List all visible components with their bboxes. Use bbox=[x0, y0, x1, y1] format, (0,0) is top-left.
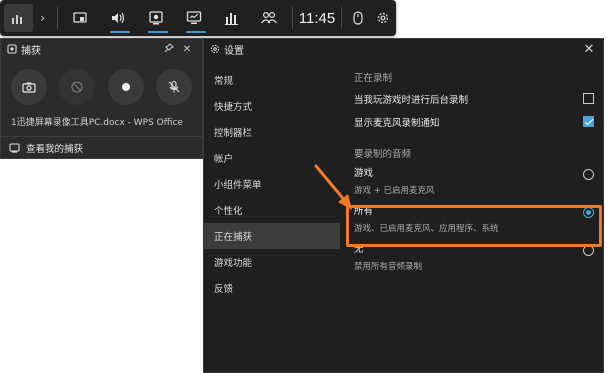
social-button[interactable] bbox=[250, 0, 288, 36]
nav-item-general[interactable]: 常规 bbox=[204, 67, 340, 93]
record-last-icon bbox=[71, 81, 83, 93]
capture-widget: 捕获 ✕ 1迅捷屏幕录像工具PC.docx - WPS Office 查看我的捕… bbox=[0, 38, 203, 159]
nav-item-controller-bar[interactable]: 控制器栏 bbox=[204, 119, 340, 145]
resources-button[interactable] bbox=[213, 0, 251, 36]
audio-option-name: 所有 bbox=[354, 206, 374, 217]
clock: 11:45 bbox=[298, 9, 336, 27]
background-recording-option[interactable]: 当我玩游戏时进行后台录制 bbox=[354, 87, 594, 110]
audio-option-name: 游戏 bbox=[354, 168, 374, 179]
mic-notification-option[interactable]: 显示麦克风录制通知 bbox=[354, 110, 594, 133]
game-bar: › 11:45 bbox=[0, 0, 396, 36]
home-icon bbox=[12, 15, 23, 24]
pin-icon[interactable] bbox=[160, 43, 178, 56]
close-icon[interactable]: ✕ bbox=[581, 42, 597, 57]
gear-icon bbox=[378, 12, 389, 24]
audio-option-desc: 禁用所有音频录制 bbox=[354, 262, 423, 272]
capture-target-name: 1迅捷屏幕录像工具PC.docx - WPS Office bbox=[11, 118, 183, 128]
audio-all-radio[interactable] bbox=[583, 207, 594, 218]
view-captures-link[interactable]: 查看我的捕获 bbox=[1, 136, 202, 158]
audio-option-game[interactable]: 游戏 游戏 + 已启用麦克风 bbox=[354, 163, 594, 201]
capture-icon bbox=[149, 11, 163, 25]
camera-icon bbox=[22, 82, 36, 93]
record-last-button[interactable] bbox=[59, 69, 96, 105]
option-label: 当我玩游戏时进行后台录制 bbox=[354, 94, 469, 106]
start-recording-button[interactable] bbox=[107, 69, 144, 105]
mic-notification-checkbox[interactable] bbox=[583, 116, 594, 127]
home-button[interactable] bbox=[4, 4, 33, 32]
audio-option-desc: 游戏、已启用麦克风、应用程序、系统 bbox=[354, 224, 499, 234]
nav-item-capturing[interactable]: 正在捕获 bbox=[204, 223, 340, 249]
audio-section-title: 要录制的音频 bbox=[354, 149, 412, 160]
background-recording-checkbox[interactable] bbox=[583, 93, 594, 104]
resources-icon bbox=[224, 13, 238, 25]
screenshot-button[interactable] bbox=[11, 69, 48, 105]
nav-item-gaming-features[interactable]: 游戏功能 bbox=[204, 249, 340, 275]
settings-content: 正在录制 当我玩游戏时进行后台录制 显示麦克风录制通知 要录制的音频 游戏 游戏… bbox=[354, 67, 594, 277]
performance-icon bbox=[186, 11, 201, 24]
option-label: 显示麦克风录制通知 bbox=[354, 117, 440, 129]
audio-option-desc: 游戏 + 已启用麦克风 bbox=[354, 186, 435, 196]
capture-title: 捕获 bbox=[21, 45, 41, 57]
settings-title: 设置 bbox=[224, 45, 244, 57]
divider bbox=[340, 7, 342, 29]
divider bbox=[56, 7, 58, 29]
audio-icon bbox=[112, 12, 125, 24]
microphone-off-icon bbox=[168, 80, 180, 93]
view-captures-label: 查看我的捕获 bbox=[26, 143, 84, 155]
mouse-button[interactable] bbox=[346, 11, 371, 25]
audio-none-radio[interactable] bbox=[583, 245, 594, 256]
settings-header: 设置 ✕ bbox=[204, 39, 603, 59]
close-icon[interactable]: ✕ bbox=[178, 44, 196, 55]
nav-item-feedback[interactable]: 反馈 bbox=[204, 275, 340, 301]
audio-button[interactable] bbox=[99, 0, 137, 36]
widget-menu-button[interactable] bbox=[62, 0, 100, 36]
widget-icon bbox=[73, 12, 88, 23]
mic-toggle-button[interactable] bbox=[155, 69, 192, 105]
audio-option-none[interactable]: 无 禁用所有音频录制 bbox=[354, 239, 594, 277]
recording-section-title: 正在录制 bbox=[354, 73, 393, 84]
audio-option-all[interactable]: 所有 游戏、已启用麦克风、应用程序、系统 bbox=[354, 201, 594, 239]
nav-item-shortcuts[interactable]: 快捷方式 bbox=[204, 93, 340, 119]
capture-header: 捕获 ✕ bbox=[1, 39, 202, 59]
social-icon bbox=[261, 11, 278, 24]
performance-button[interactable] bbox=[175, 0, 213, 36]
audio-option-name: 无 bbox=[354, 244, 364, 255]
gear-icon bbox=[210, 44, 220, 54]
audio-game-radio[interactable] bbox=[583, 169, 594, 180]
gallery-icon bbox=[9, 142, 20, 153]
annotation-arrow bbox=[314, 164, 352, 210]
record-icon bbox=[121, 83, 130, 91]
settings-button[interactable] bbox=[371, 11, 396, 25]
settings-panel: 设置 ✕ 常规 快捷方式 控制器栏 帐户 小组件菜单 个性化 正在捕获 游戏功能… bbox=[203, 38, 604, 373]
capture-controls bbox=[1, 59, 202, 105]
capture-widget-icon bbox=[7, 44, 17, 54]
capture-button[interactable] bbox=[137, 0, 175, 36]
divider bbox=[292, 7, 294, 29]
mouse-icon bbox=[353, 11, 363, 25]
chevron-right-icon[interactable]: › bbox=[33, 11, 53, 25]
